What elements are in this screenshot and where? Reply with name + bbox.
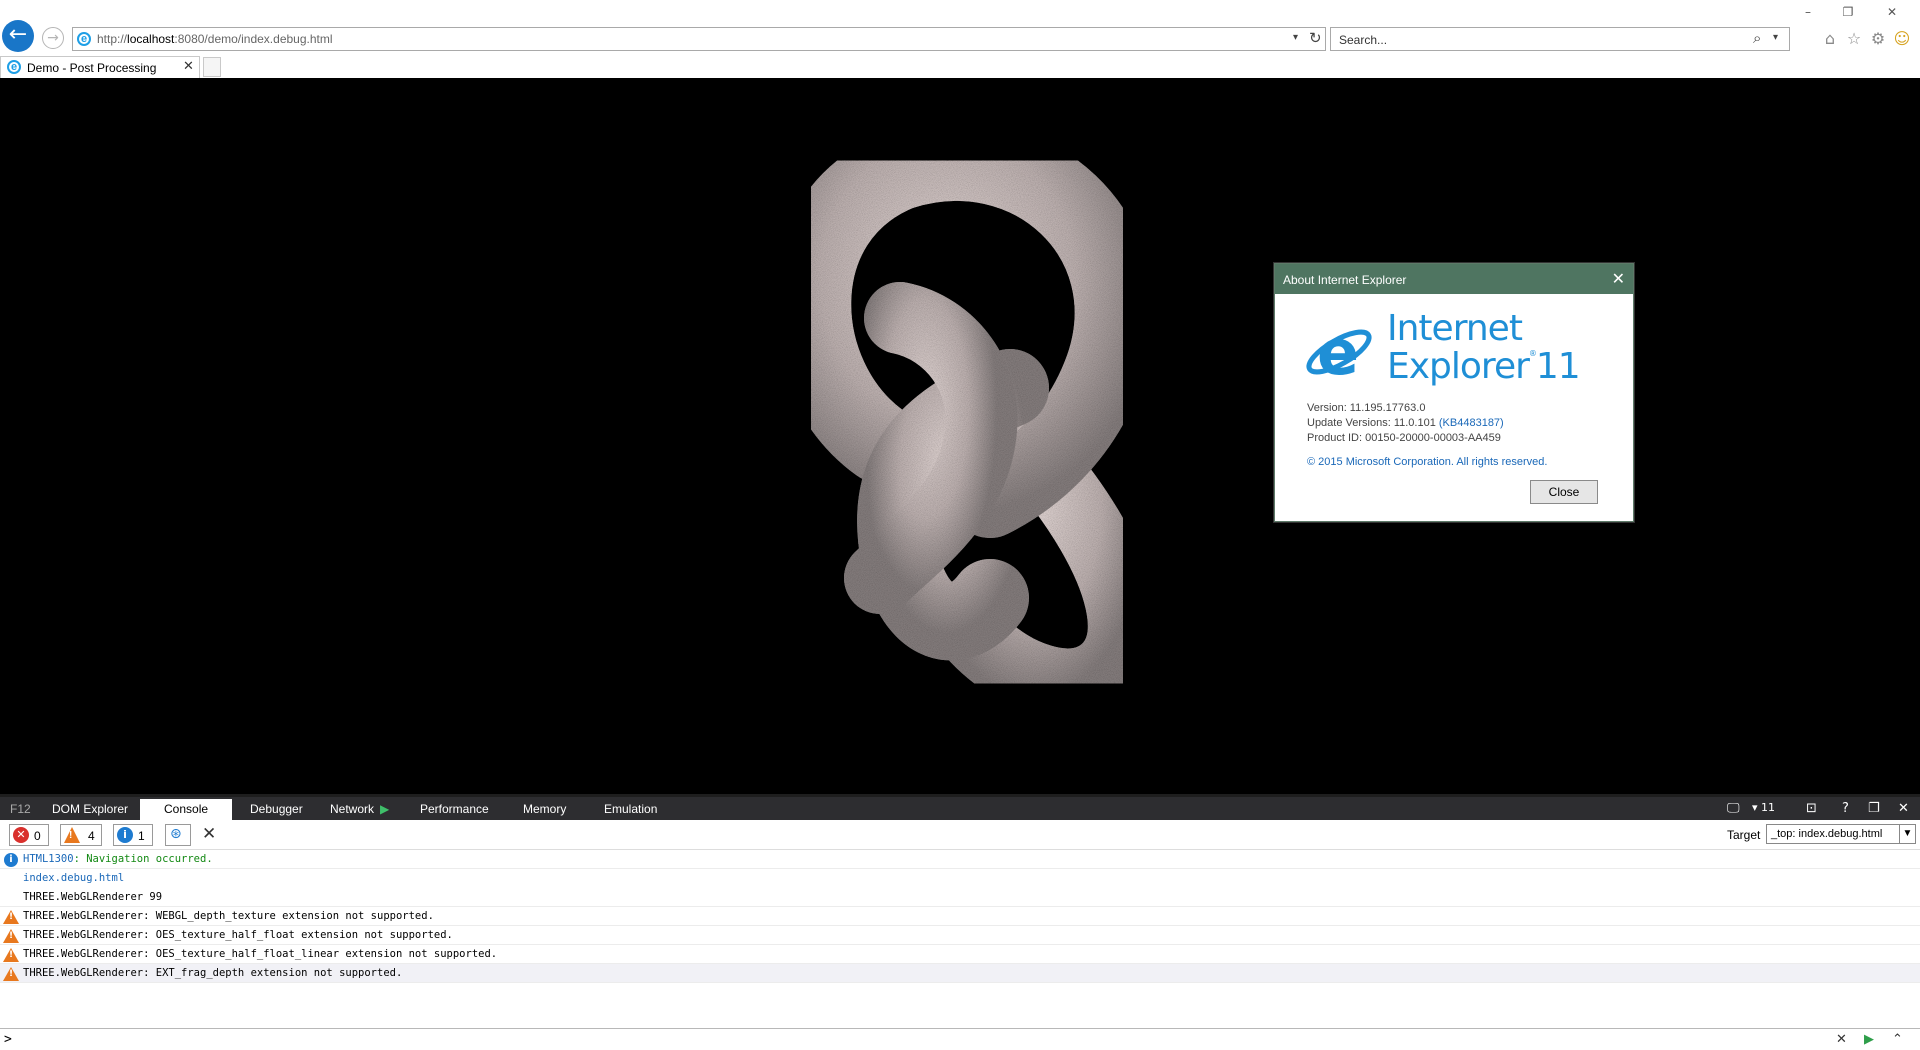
console-toggle-icon[interactable]: ⊡ bbox=[1806, 801, 1817, 816]
tab-performance[interactable]: Performance bbox=[420, 802, 489, 816]
devtools-close-icon[interactable]: ✕ bbox=[1898, 801, 1909, 816]
address-bar[interactable]: e http://localhost:8080/demo/index.debug… bbox=[72, 27, 1326, 51]
log-code-link[interactable]: HTML1300 bbox=[23, 853, 74, 865]
tab-debugger[interactable]: Debugger bbox=[250, 802, 303, 816]
back-button[interactable]: ← bbox=[2, 20, 34, 52]
target-label: Target bbox=[1727, 828, 1761, 842]
log-row: THREE.WebGLRenderer 99 bbox=[0, 888, 1920, 907]
console-input[interactable]: > ✕ ▶ ⌃ bbox=[0, 1028, 1920, 1050]
product-id-text: Product ID: 00150-20000-00003-AA459 bbox=[1307, 432, 1501, 444]
ie-wordmark-internet: Internet bbox=[1387, 308, 1523, 349]
info-icon: i bbox=[117, 827, 133, 843]
run-icon[interactable]: ▶ bbox=[1864, 1032, 1874, 1047]
log-text: THREE.WebGLRenderer: OES_texture_half_fl… bbox=[23, 948, 498, 960]
filter-errors-button[interactable]: ✕ 0 bbox=[9, 824, 49, 846]
monitor-icon[interactable]: 🖵 bbox=[1727, 801, 1740, 816]
new-tab-button[interactable] bbox=[203, 57, 221, 77]
log-row: index.debug.html bbox=[0, 869, 1920, 888]
tab-emulation[interactable]: Emulation bbox=[604, 802, 657, 816]
search-input[interactable]: Search... ⌕ ▾ bbox=[1330, 27, 1790, 51]
search-dropdown-icon[interactable]: ▾ bbox=[1773, 32, 1778, 43]
warnings-count: 4 bbox=[88, 829, 95, 843]
tab-network[interactable]: Network bbox=[330, 802, 374, 816]
expand-input-icon[interactable]: ⌃ bbox=[1892, 1032, 1903, 1047]
ie-logo-icon: e bbox=[1306, 316, 1372, 386]
tab-memory[interactable]: Memory bbox=[523, 802, 566, 816]
browser-chrome: – ❐ ✕ ← → e http://localhost:8080/demo/i… bbox=[0, 0, 1920, 78]
record-icon[interactable]: ▶ bbox=[380, 802, 389, 816]
kb-link[interactable]: (KB4483187) bbox=[1439, 417, 1504, 429]
tab-dom-explorer[interactable]: DOM Explorer bbox=[52, 802, 128, 816]
about-dialog: About Internet Explorer ✕ e Internet Exp… bbox=[1274, 263, 1634, 522]
help-icon[interactable]: ? bbox=[1842, 801, 1849, 816]
dialog-close-icon[interactable]: ✕ bbox=[1612, 269, 1625, 288]
warning-icon: ! bbox=[3, 929, 19, 943]
tab-demo-post-processing[interactable]: e Demo - Post Processing ✕ bbox=[0, 56, 200, 78]
log-text: : Navigation occurred. bbox=[73, 853, 213, 865]
warning-icon: ! bbox=[3, 967, 19, 981]
tab-title: Demo - Post Processing bbox=[27, 61, 157, 75]
filter-info-button[interactable]: i 1 bbox=[113, 824, 153, 846]
warning-icon: ! bbox=[3, 948, 19, 962]
tab-close-icon[interactable]: ✕ bbox=[183, 59, 194, 74]
console-toolbar: ✕ 0 ! 4 i 1 ⊛ ✕ Target _top: index.debug… bbox=[0, 820, 1920, 850]
log-link[interactable]: index.debug.html bbox=[23, 872, 124, 884]
log-row: ! THREE.WebGLRenderer: OES_texture_half_… bbox=[0, 926, 1920, 945]
close-button[interactable]: Close bbox=[1530, 480, 1598, 504]
arrow-left-icon: ← bbox=[8, 22, 28, 47]
console-log: i HTML1300: Navigation occurred. index.d… bbox=[0, 850, 1920, 1028]
ie-wordmark-explorer: Explorer®11 bbox=[1387, 346, 1581, 387]
log-text: THREE.WebGLRenderer: EXT_frag_depth exte… bbox=[23, 967, 403, 979]
clear-on-navigate-button[interactable]: ⊛ bbox=[165, 824, 191, 846]
clear-on-navigate-icon: ⊛ bbox=[170, 826, 182, 842]
svg-text:e: e bbox=[1317, 316, 1359, 386]
info-count: 1 bbox=[138, 829, 145, 843]
home-icon[interactable]: ⌂ bbox=[1820, 29, 1840, 49]
target-value: _top: index.debug.html bbox=[1771, 828, 1883, 840]
log-row: i HTML1300: Navigation occurred. bbox=[0, 850, 1920, 869]
chevron-down-icon: ▼ bbox=[1899, 825, 1915, 843]
smiley-feedback-icon[interactable]: ☺ bbox=[1892, 29, 1912, 49]
address-url: http://localhost:8080/demo/index.debug.h… bbox=[97, 32, 333, 46]
log-row: ! THREE.WebGLRenderer: EXT_frag_depth ex… bbox=[0, 964, 1920, 983]
tab-f12: F12 bbox=[10, 802, 31, 816]
dialog-title: About Internet Explorer bbox=[1283, 273, 1407, 287]
devtools-tabbar: F12 DOM Explorer Console Debugger Networ… bbox=[0, 794, 1920, 821]
clear-console-icon[interactable]: ✕ bbox=[202, 824, 216, 844]
log-row: ! THREE.WebGLRenderer: OES_texture_half_… bbox=[0, 945, 1920, 964]
copyright-link[interactable]: © 2015 Microsoft Corporation. All rights… bbox=[1307, 456, 1547, 468]
target-select[interactable]: _top: index.debug.html ▼ bbox=[1766, 824, 1916, 844]
log-row: ! THREE.WebGLRenderer: WEBGL_depth_textu… bbox=[0, 907, 1920, 926]
gear-icon[interactable]: ⚙ bbox=[1868, 29, 1888, 49]
log-text: THREE.WebGLRenderer: OES_texture_half_fl… bbox=[23, 929, 453, 941]
ie-favicon-icon: e bbox=[7, 60, 21, 74]
warning-icon: ! bbox=[3, 910, 19, 924]
favorites-star-icon[interactable]: ☆ bbox=[1844, 29, 1864, 49]
forward-button[interactable]: → bbox=[42, 27, 64, 49]
arrow-right-icon: → bbox=[47, 30, 59, 46]
filter-warnings-button[interactable]: ! 4 bbox=[60, 824, 102, 846]
undock-icon[interactable]: ❐ bbox=[1868, 801, 1880, 816]
restore-button[interactable]: ❐ bbox=[1836, 4, 1860, 20]
search-placeholder: Search... bbox=[1339, 33, 1388, 47]
warning-icon: ! bbox=[64, 827, 80, 843]
log-text: THREE.WebGLRenderer 99 bbox=[23, 891, 163, 903]
refresh-icon[interactable]: ↻ bbox=[1309, 29, 1322, 47]
update-versions-text: Update Versions: 11.0.101 (KB4483187) bbox=[1307, 417, 1504, 429]
tab-console[interactable]: Console bbox=[140, 799, 232, 821]
address-dropdown-icon[interactable]: ▾ bbox=[1293, 32, 1298, 43]
log-text: THREE.WebGLRenderer: WEBGL_depth_texture… bbox=[23, 910, 434, 922]
close-window-button[interactable]: ✕ bbox=[1880, 4, 1904, 20]
minimize-button[interactable]: – bbox=[1796, 4, 1820, 20]
version-text: Version: 11.195.17763.0 bbox=[1307, 402, 1426, 414]
console-prompt: > bbox=[4, 1032, 12, 1047]
errors-count: 0 bbox=[34, 829, 41, 843]
doc-mode-dropdown[interactable]: ▾ 11 bbox=[1752, 801, 1775, 814]
dialog-titlebar: About Internet Explorer ✕ bbox=[1275, 264, 1633, 294]
info-icon: i bbox=[4, 853, 18, 867]
error-icon: ✕ bbox=[13, 827, 29, 843]
ie-favicon-icon: e bbox=[77, 32, 91, 46]
clear-input-icon[interactable]: ✕ bbox=[1836, 1032, 1847, 1047]
search-icon[interactable]: ⌕ bbox=[1753, 29, 1761, 47]
